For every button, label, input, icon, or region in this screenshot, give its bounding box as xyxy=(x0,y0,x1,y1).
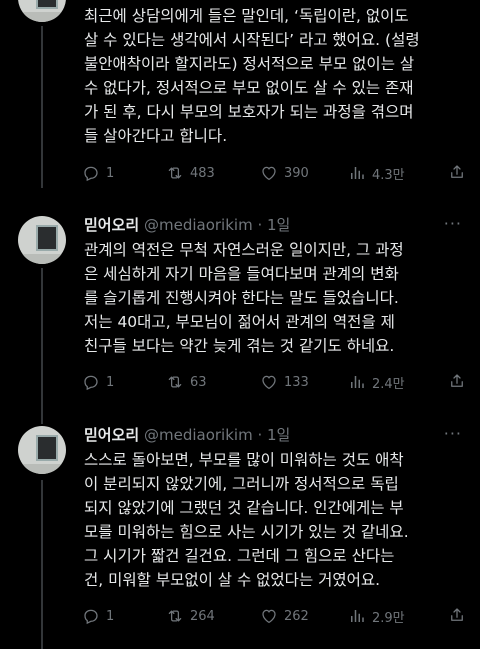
views-icon xyxy=(351,167,364,179)
more-options-icon[interactable]: ··· xyxy=(444,424,462,443)
thread-line xyxy=(41,480,43,649)
retweet-count: 63 xyxy=(190,374,207,390)
timestamp[interactable]: · 1일 xyxy=(257,426,290,444)
like-count: 133 xyxy=(284,374,309,390)
avatar[interactable] xyxy=(18,426,66,474)
share-icon xyxy=(451,165,463,178)
views-button[interactable]: 2.4만 xyxy=(348,372,405,392)
tweet-1[interactable]: 믿어오리 @mediaorikim · 1일 ··· 관계의 역전은 무척 자연… xyxy=(0,196,480,408)
thread-line xyxy=(41,408,43,424)
retweet-count: 264 xyxy=(190,608,215,624)
views-button[interactable]: 2.9만 xyxy=(348,606,405,626)
like-button[interactable]: 262 xyxy=(260,606,309,626)
retweet-icon xyxy=(168,610,182,622)
like-button[interactable]: 390 xyxy=(260,163,309,183)
tweet-0[interactable]: 최근에 상담의에게 들은 말인데, ‘독립이란, 없이도 살 수 있다는 생각에… xyxy=(0,0,480,196)
retweet-icon xyxy=(168,167,182,179)
views-count: 4.3만 xyxy=(372,167,405,183)
tweet-actions: 1 63 133 2.4만 xyxy=(82,372,466,392)
share-button[interactable] xyxy=(448,372,466,394)
like-button[interactable]: 133 xyxy=(260,372,309,392)
user-handle[interactable]: @mediaorikim xyxy=(144,216,253,234)
tweet-text: 최근에 상담의에게 들은 말인데, ‘독립이란, 없이도 살 수 있다는 생각에… xyxy=(84,7,420,145)
like-count: 262 xyxy=(284,608,309,624)
thread-line xyxy=(41,268,43,408)
user-handle[interactable]: @mediaorikim xyxy=(144,426,253,444)
share-button[interactable] xyxy=(448,606,466,628)
views-count: 2.4만 xyxy=(372,376,405,392)
like-count: 390 xyxy=(284,165,309,181)
heart-icon xyxy=(262,375,276,390)
tweet-actions: 1 483 390 4.3만 xyxy=(82,163,466,183)
reply-icon xyxy=(84,375,98,391)
share-button[interactable] xyxy=(448,163,466,185)
share-icon xyxy=(451,608,463,621)
timestamp[interactable]: · 1일 xyxy=(257,216,290,234)
tweet-header: 믿어오리 @mediaorikim · 1일 xyxy=(84,214,290,235)
views-count: 2.9만 xyxy=(372,610,405,626)
thread-line xyxy=(41,26,43,188)
display-name[interactable]: 믿어오리 xyxy=(84,426,139,444)
reply-count: 1 xyxy=(106,608,115,624)
more-options-icon[interactable]: ··· xyxy=(444,214,462,233)
reply-button[interactable]: 1 xyxy=(82,606,114,626)
views-icon xyxy=(351,376,364,388)
tweet-actions: 1 264 262 2.9만 xyxy=(82,606,466,626)
display-name[interactable]: 믿어오리 xyxy=(84,216,139,234)
reply-button[interactable]: 1 xyxy=(82,163,114,183)
share-icon xyxy=(451,374,463,387)
retweet-button[interactable]: 264 xyxy=(166,606,215,626)
reply-icon xyxy=(84,609,98,625)
tweet-2[interactable]: 믿어오리 @mediaorikim · 1일 ··· 스스로 돌아보면, 부모를… xyxy=(0,408,480,649)
reply-count: 1 xyxy=(106,374,115,390)
tweet-text: 관계의 역전은 무척 자연스러운 일이지만, 그 과정 은 세심하게 자기 마음… xyxy=(84,241,404,355)
heart-icon xyxy=(262,609,276,624)
retweet-icon xyxy=(168,376,182,388)
tweet-text: 스스로 돌아보면, 부모를 많이 미워하는 것도 애착 이 분리되지 않았기에,… xyxy=(84,451,409,589)
tweet-header: 믿어오리 @mediaorikim · 1일 xyxy=(84,424,290,445)
reply-icon xyxy=(84,166,98,182)
retweet-count: 483 xyxy=(190,165,215,181)
avatar[interactable] xyxy=(18,0,66,22)
heart-icon xyxy=(262,166,276,181)
views-button[interactable]: 4.3만 xyxy=(348,163,405,183)
retweet-button[interactable]: 63 xyxy=(166,372,207,392)
reply-button[interactable]: 1 xyxy=(82,372,114,392)
views-icon xyxy=(351,610,364,622)
retweet-button[interactable]: 483 xyxy=(166,163,215,183)
reply-count: 1 xyxy=(106,165,115,181)
avatar[interactable] xyxy=(18,216,66,264)
